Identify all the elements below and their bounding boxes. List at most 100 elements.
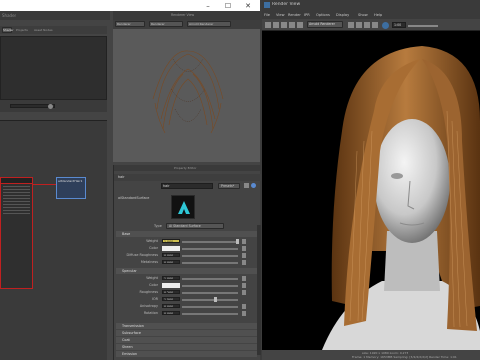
map-icon[interactable]	[242, 311, 246, 316]
map-icon[interactable]	[242, 304, 246, 309]
refresh-icon[interactable]	[251, 183, 256, 188]
weight-field[interactable]: 1.000	[162, 239, 180, 243]
exposure-slider[interactable]	[408, 24, 438, 27]
spec-color-swatch[interactable]	[162, 283, 180, 288]
rotation-field[interactable]: 0.000	[162, 311, 180, 315]
roughness-slider[interactable]	[182, 255, 238, 257]
menu-display[interactable]: Display	[336, 13, 349, 18]
section-emission-label: Emission	[122, 351, 138, 356]
render-status-bar: size: 1920 x 1080 zoom: 0.273 Frame: 1 M…	[262, 350, 480, 360]
color-swatch[interactable]	[162, 246, 180, 251]
rotation-slider[interactable]	[182, 313, 238, 315]
zoom-field[interactable]: 1:00	[392, 22, 406, 28]
section-coat[interactable]: Coat	[116, 337, 257, 343]
spec-color-slider[interactable]	[182, 285, 238, 287]
search-icon[interactable]	[48, 104, 53, 109]
section-base[interactable]: Base	[116, 231, 257, 237]
attr-row-base-color: Color	[116, 246, 261, 252]
map-icon[interactable]	[242, 276, 246, 281]
spec-roughness-slider[interactable]	[182, 292, 238, 294]
rgb-icon[interactable]	[348, 22, 354, 28]
viewport-title: Renderer View	[171, 13, 195, 17]
attr-row-ior: IOR 1.500	[116, 297, 261, 303]
map-icon[interactable]	[242, 283, 246, 288]
menu-options[interactable]: Options	[316, 13, 330, 18]
menu-ipr[interactable]: IPR	[304, 13, 310, 18]
render-view-toolbar: Arnold Renderer 1:00	[262, 19, 480, 31]
menu-view[interactable]: View	[276, 13, 285, 18]
slider-handle[interactable]	[236, 239, 239, 244]
remove-image-icon[interactable]	[372, 22, 378, 28]
section-emission[interactable]: Emission	[116, 351, 257, 357]
attr-row-spec-color: Color	[116, 283, 261, 289]
camera-dropdown[interactable]: Renderer	[149, 21, 183, 27]
tab-projects[interactable]: Projects	[16, 28, 28, 33]
menu-show[interactable]: Show	[358, 13, 368, 18]
tab-shader[interactable]: Shader	[2, 13, 16, 18]
alpha-icon[interactable]	[356, 22, 362, 28]
attr-label: Diffuse Roughness	[126, 253, 158, 257]
material-node[interactable]	[0, 177, 33, 289]
arnold-dropdown[interactable]: Arnold Renderer	[187, 21, 231, 27]
menu-render[interactable]: Render	[288, 13, 301, 18]
shading-group-node[interactable]: aiStandardHair1	[56, 177, 86, 199]
menu-help[interactable]: Help	[374, 13, 382, 18]
spec-roughness-field[interactable]: 0.200	[162, 290, 180, 294]
map-icon[interactable]	[242, 246, 246, 251]
section-transmission[interactable]: Transmission	[116, 323, 257, 329]
ior-field[interactable]: 1.500	[162, 297, 180, 301]
refresh-icon[interactable]	[281, 22, 287, 28]
slider-handle[interactable]	[214, 297, 217, 302]
map-icon[interactable]	[242, 253, 246, 258]
node-name-field[interactable]: hair	[161, 183, 213, 189]
spec-weight-slider[interactable]	[182, 278, 238, 280]
section-specular[interactable]: Specular	[116, 268, 257, 274]
type-row-label: Type	[154, 224, 162, 228]
color-management-icon[interactable]	[382, 22, 389, 29]
weight-slider[interactable]	[182, 241, 238, 243]
render-stats: Frame: 1 Memory: 1653MB Sampling: [3/2/2…	[352, 355, 457, 359]
render-image[interactable]	[262, 31, 480, 350]
render-icon[interactable]	[265, 22, 271, 28]
ae-scrollbar[interactable]	[257, 225, 261, 355]
map-icon[interactable]	[242, 260, 246, 265]
metalness-slider[interactable]	[182, 262, 238, 264]
node-editor-canvas[interactable]: aiStandardHair1	[0, 120, 107, 360]
ior-slider[interactable]	[182, 299, 238, 301]
renderer-dropdown[interactable]: Renderer	[115, 21, 145, 27]
snapshot-icon[interactable]	[289, 22, 295, 28]
menu-file[interactable]: File	[264, 13, 270, 18]
spec-weight-field[interactable]: 1.000	[162, 276, 180, 280]
anisotropy-field[interactable]: 0.000	[162, 304, 180, 308]
maya-main-window: – ☐ ✕ Shader Shader Projects Asset Nodes	[0, 0, 261, 360]
ipr-icon[interactable]	[273, 22, 279, 28]
color-slider[interactable]	[182, 248, 238, 250]
section-subsurface[interactable]: Subsurface	[116, 330, 257, 336]
section-sheen[interactable]: Sheen	[116, 344, 257, 350]
maximize-icon[interactable]: ☐	[218, 0, 238, 11]
tab-asset-nodes[interactable]: Asset Nodes	[34, 28, 53, 33]
attr-row-anisotropy: Anisotropy 0.000	[116, 304, 261, 310]
3d-viewport[interactable]	[113, 29, 260, 162]
renderer-dropdown[interactable]: Arnold Renderer	[307, 21, 343, 28]
focus-icon[interactable]	[244, 183, 249, 188]
keep-image-icon[interactable]	[364, 22, 370, 28]
region-icon[interactable]	[297, 22, 303, 28]
attr-row-spec-roughness: Roughness 0.200	[116, 290, 261, 296]
close-icon[interactable]: ✕	[238, 0, 258, 11]
map-icon[interactable]	[242, 290, 246, 295]
rendered-portrait	[322, 46, 480, 350]
map-icon[interactable]	[242, 239, 246, 244]
attr-label: Weight	[146, 239, 158, 243]
presets-button[interactable]: Presets*	[218, 183, 240, 189]
node-title: aiStandardHair1	[58, 179, 83, 183]
hypershade-swatch-panel[interactable]	[0, 36, 107, 100]
tab-hair[interactable]: hair	[118, 175, 125, 180]
roughness-field[interactable]: 0.000	[162, 253, 180, 257]
render-view-window: Render View File View Render IPR Options…	[262, 0, 480, 360]
metalness-field[interactable]: 0.000	[162, 260, 180, 264]
minimize-icon[interactable]: –	[198, 0, 218, 11]
anisotropy-slider[interactable]	[182, 306, 238, 308]
attr-label: Rotation	[143, 311, 158, 315]
type-dropdown[interactable]: Ai Standard Surface	[166, 223, 224, 229]
